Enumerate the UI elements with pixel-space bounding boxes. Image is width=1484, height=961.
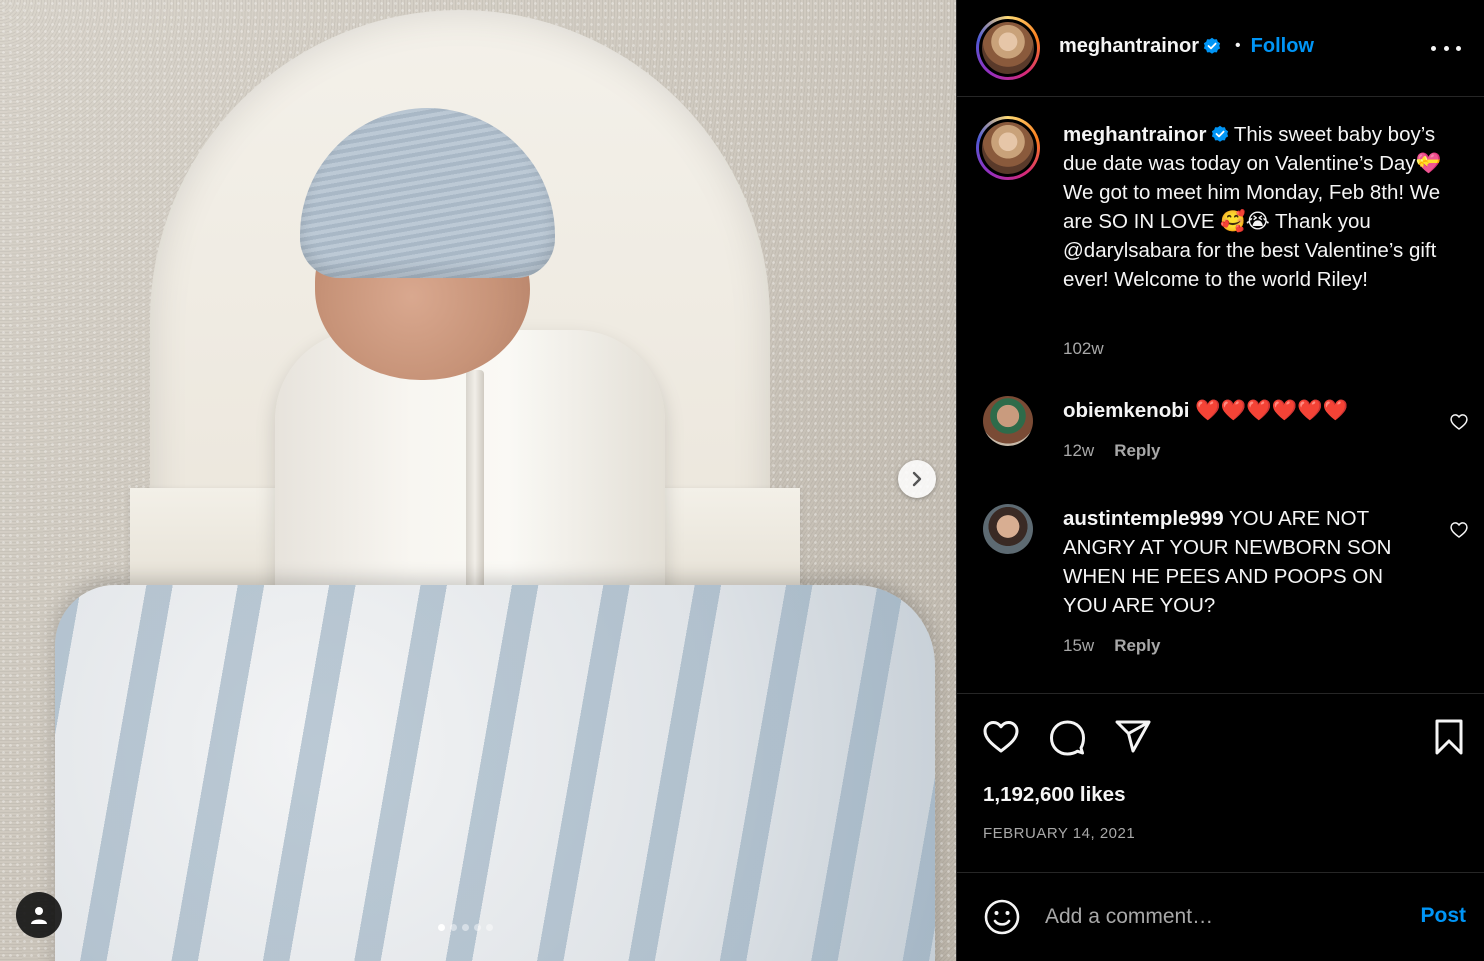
comment-bubble-icon[interactable] (1047, 717, 1087, 757)
comments-list[interactable]: meghantrainor This sweet baby boy’s due … (957, 98, 1484, 694)
author-avatar[interactable] (976, 16, 1040, 80)
carousel-dot (474, 924, 481, 931)
caption-username[interactable]: meghantrainor (1063, 123, 1207, 146)
carousel-next-button[interactable] (898, 460, 936, 498)
post-actions: 1,192,600 likes FEBRUARY 14, 2021 (957, 695, 1484, 873)
caption-author-avatar[interactable] (976, 116, 1040, 180)
more-options-button[interactable] (1431, 36, 1461, 60)
likes-count[interactable]: 1,192,600 likes (983, 783, 1126, 807)
post-side-panel: meghantrainor • Follow meghantrainor Thi… (956, 0, 1484, 961)
comment-like-heart-icon[interactable] (1449, 520, 1469, 540)
commenter-avatar[interactable] (983, 396, 1033, 446)
post-header: meghantrainor • Follow (957, 0, 1484, 97)
add-comment-input[interactable] (1045, 898, 1395, 936)
commenter-avatar[interactable] (983, 504, 1033, 554)
author-username[interactable]: meghantrainor (1059, 35, 1199, 58)
commenter-username[interactable]: austintemple999 (1063, 507, 1224, 530)
save-bookmark-icon[interactable] (1429, 717, 1469, 757)
carousel-dot (438, 924, 445, 931)
author-avatar-image (982, 22, 1034, 74)
more-horizontal-icon (1431, 45, 1436, 51)
comment-like-heart-icon[interactable] (1449, 412, 1469, 432)
caption-author-avatar-image (982, 122, 1034, 174)
like-heart-icon[interactable] (981, 717, 1021, 757)
add-comment-bar: Post (957, 874, 1484, 961)
caption-body: This sweet baby boy’s due date was today… (1063, 123, 1442, 291)
carousel-dot (450, 924, 457, 931)
tagged-users-button[interactable] (16, 892, 62, 938)
comment-age[interactable]: 12w (1063, 441, 1094, 461)
emoji-smiley-icon[interactable] (983, 898, 1021, 936)
reply-button[interactable]: Reply (1114, 441, 1160, 461)
user-tag-icon (31, 907, 47, 924)
comment-text: ❤️❤️❤️❤️❤️❤️ (1195, 399, 1349, 422)
caption-text-block: meghantrainor This sweet baby boy’s due … (1063, 120, 1458, 294)
carousel-indicator (438, 924, 493, 931)
post-date: FEBRUARY 14, 2021 (983, 825, 1136, 842)
carousel-dot (462, 924, 469, 931)
header-separator: • (1235, 37, 1241, 54)
carousel-dot (486, 924, 493, 931)
verified-badge-icon (1211, 125, 1229, 143)
share-paper-plane-icon[interactable] (1113, 717, 1153, 757)
verified-badge-icon (1203, 37, 1221, 55)
post-comment-button[interactable]: Post (1420, 904, 1466, 928)
commenter-username[interactable]: obiemkenobi (1063, 399, 1189, 422)
post-media[interactable] (0, 0, 956, 961)
comment-age[interactable]: 15w (1063, 636, 1094, 656)
chevron-right-icon (912, 471, 922, 487)
baby-blanket (55, 585, 935, 961)
reply-button[interactable]: Reply (1114, 636, 1160, 656)
caption-age[interactable]: 102w (1063, 339, 1104, 359)
follow-button[interactable]: Follow (1251, 35, 1314, 58)
